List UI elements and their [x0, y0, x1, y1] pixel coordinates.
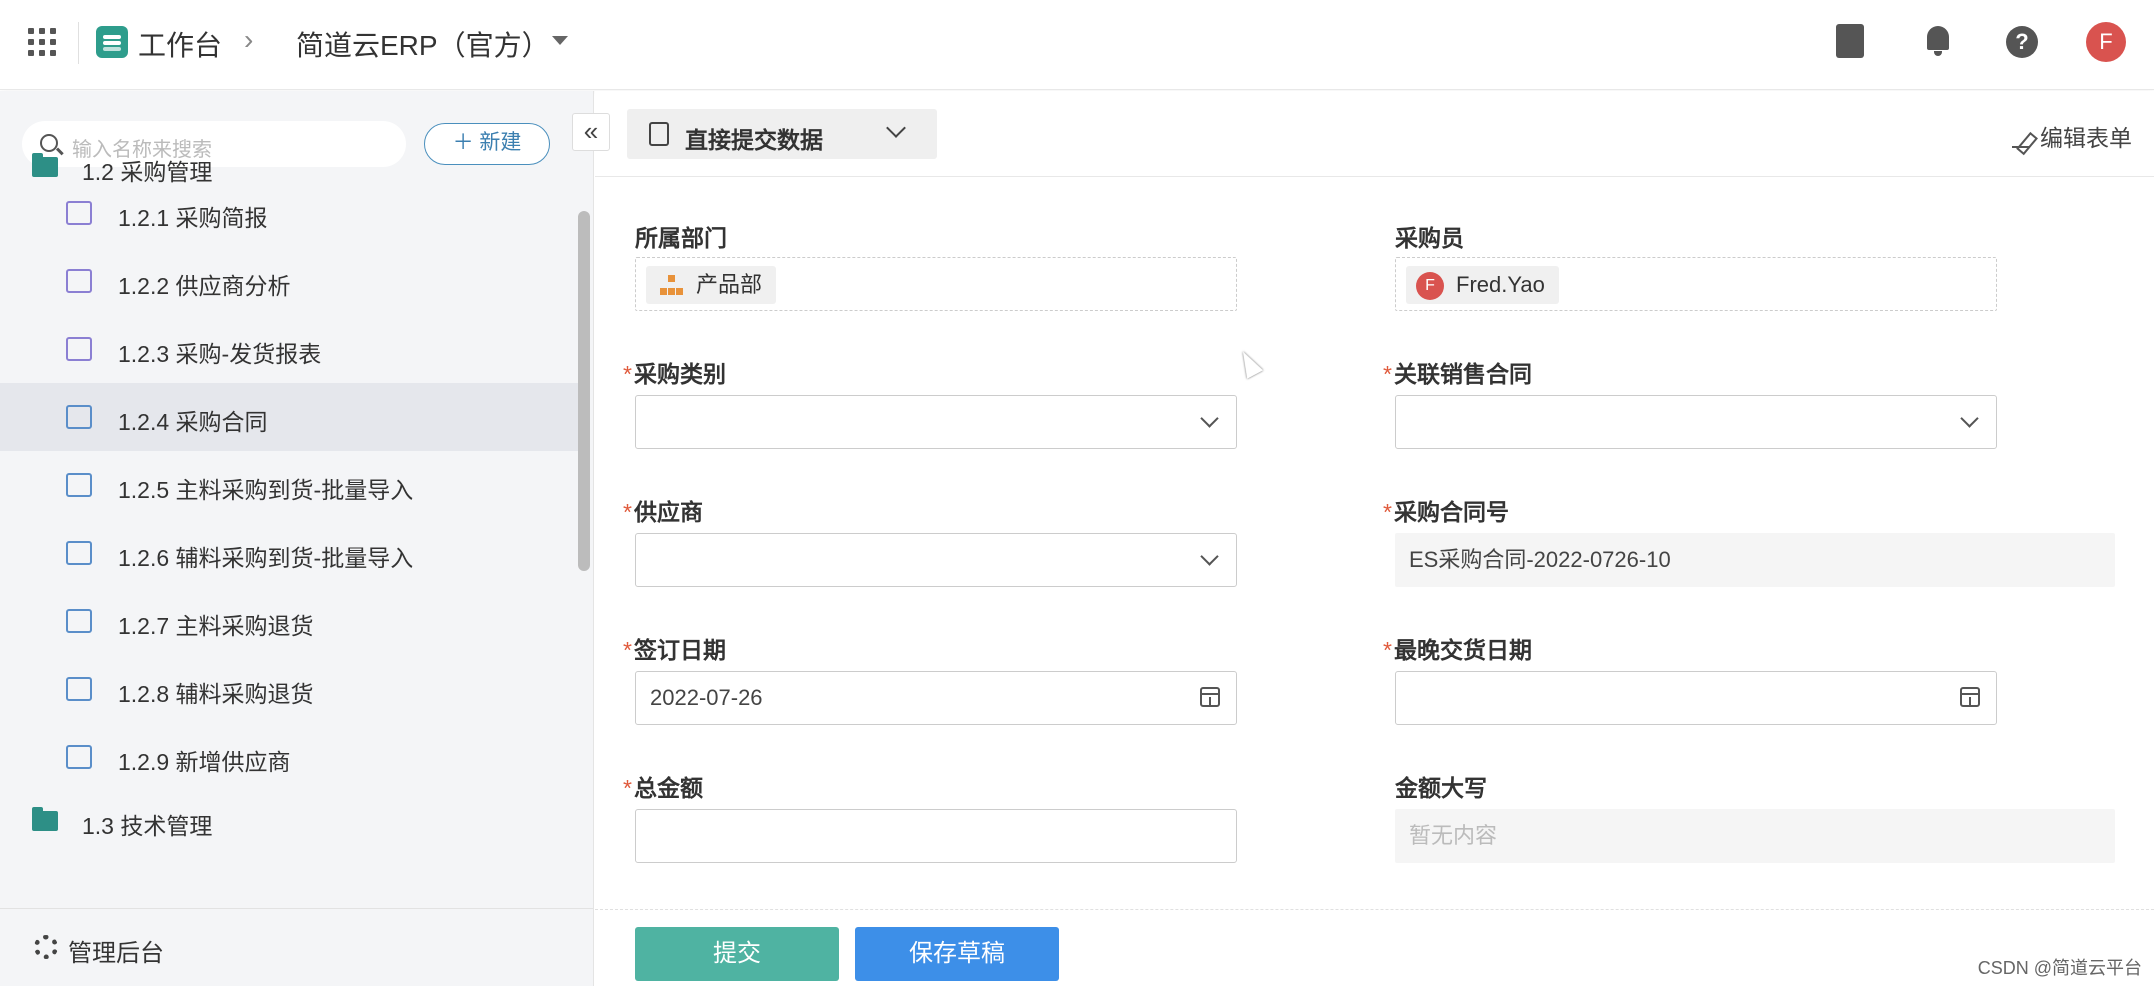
footer-divider	[595, 909, 2154, 910]
dashboard-icon	[66, 269, 92, 293]
delivery-date-label: *最晚交货日期	[1383, 637, 1532, 663]
bell-icon[interactable]	[1924, 24, 1952, 58]
sidebar-item-main-material-return[interactable]: 1.2.7 主料采购退货	[0, 587, 578, 655]
user-icon	[66, 745, 92, 769]
sidebar-item-label: 1.2.2 供应商分析	[118, 273, 291, 299]
sidebar-item-label: 1.2.3 采购-发货报表	[118, 341, 322, 367]
sign-date-value: 2022-07-26	[650, 685, 763, 710]
form-toolbar: 直接提交数据 编辑表单	[595, 91, 2154, 177]
contract-no-label: *采购合同号	[1383, 499, 1509, 525]
sidebar-item-label: 1.2.9 新增供应商	[118, 749, 291, 775]
sidebar-item-label: 1.2.8 辅料采购退货	[118, 681, 314, 707]
sidebar-item-purchase-contract[interactable]: 1.2.4 采购合同	[0, 383, 578, 451]
category-label: *采购类别	[623, 361, 726, 387]
caret-down-icon[interactable]	[552, 36, 568, 45]
search-icon	[40, 134, 58, 152]
pencil-icon	[2012, 130, 2030, 148]
buyer-label: 采购员	[1395, 225, 1464, 251]
submit-mode-label: 直接提交数据	[685, 127, 823, 153]
submit-mode-dropdown[interactable]: 直接提交数据	[627, 109, 937, 159]
top-bar: 工作台 › 简道云ERP（官方） ? F	[0, 0, 2154, 90]
delivery-date-input[interactable]	[1395, 671, 1997, 725]
linked-contract-label: *关联销售合同	[1383, 361, 1532, 387]
total-amount-label: *总金额	[623, 775, 703, 801]
edit-form-label: 编辑表单	[2040, 125, 2132, 151]
chevron-down-icon	[886, 118, 906, 138]
stamp-icon	[66, 473, 92, 497]
folder-label: 1.3 技术管理	[82, 813, 213, 839]
new-button[interactable]: ＋ 新建	[424, 123, 550, 165]
buyer-field[interactable]: F Fred.Yao	[1395, 257, 1997, 311]
alarm-icon	[66, 609, 92, 633]
category-select[interactable]	[635, 395, 1237, 449]
sidebar-item-purchase-brief[interactable]: 1.2.1 采购简报	[0, 179, 578, 247]
buyer-tag: F Fred.Yao	[1406, 266, 1559, 304]
breadcrumb-separator: ›	[244, 24, 254, 55]
chevron-down-icon	[1200, 409, 1219, 428]
workbench-link[interactable]: 工作台	[138, 24, 222, 64]
apps-grid-icon[interactable]	[28, 28, 56, 56]
gear-icon	[34, 935, 58, 959]
calendar-icon[interactable]	[1960, 687, 1980, 707]
main-form-panel: 直接提交数据 编辑表单 所属部门 产品部 采购员 F Fred.Yao *采购类…	[595, 91, 2154, 986]
buyer-value: Fred.Yao	[1456, 272, 1545, 297]
sidebar-item-purchase-delivery-report[interactable]: 1.2.3 采购-发货报表	[0, 315, 578, 383]
sidebar-item-label: 1.2.7 主料采购退货	[118, 613, 314, 639]
sidebar-item-label: 1.2.5 主料采购到货-批量导入	[118, 477, 414, 503]
user-avatar[interactable]: F	[2086, 22, 2126, 62]
cart-icon	[66, 337, 92, 361]
sidebar-item-supplier-analysis[interactable]: 1.2.2 供应商分析	[0, 247, 578, 315]
watermark: CSDN @简道云平台	[1977, 958, 2142, 978]
edit-form-button[interactable]: 编辑表单	[2012, 119, 2132, 153]
amount-caps-field: 暂无内容	[1395, 809, 2115, 863]
collapse-sidebar-button[interactable]: «	[572, 113, 610, 151]
app-name[interactable]: 简道云ERP（官方）	[296, 24, 550, 64]
save-draft-button[interactable]: 保存草稿	[855, 927, 1059, 981]
sidebar-item-label: 1.2.1 采购简报	[118, 205, 268, 231]
folder-icon	[32, 807, 58, 831]
calendar-icon[interactable]	[1200, 687, 1220, 707]
contract-icon	[66, 405, 92, 429]
chevron-down-icon	[1200, 547, 1219, 566]
dept-label: 所属部门	[635, 225, 727, 251]
workbench-logo-icon[interactable]	[96, 26, 128, 58]
dept-tag: 产品部	[646, 266, 777, 304]
divider	[78, 22, 79, 64]
sidebar: 输入名称来搜索 ＋ 新建 1.2 采购管理 1.2.1 采购简报 1.2.2 供…	[0, 91, 594, 986]
dept-field[interactable]: 产品部	[635, 257, 1237, 311]
sign-date-input[interactable]: 2022-07-26	[635, 671, 1237, 725]
submit-button[interactable]: 提交	[635, 927, 839, 981]
sidebar-item-main-material-import[interactable]: 1.2.5 主料采购到货-批量导入	[0, 451, 578, 519]
dept-value: 产品部	[696, 272, 763, 297]
sidebar-item-label: 1.2.4 采购合同	[118, 409, 268, 435]
sidebar-item-new-supplier[interactable]: 1.2.9 新增供应商	[0, 723, 578, 791]
sidebar-item-label: 1.2.6 辅料采购到货-批量导入	[118, 545, 414, 571]
buyer-avatar: F	[1416, 272, 1444, 300]
sidebar-scrollbar[interactable]	[578, 211, 590, 571]
help-icon[interactable]: ?	[2006, 26, 2038, 58]
org-chart-icon	[660, 275, 684, 295]
mouse-cursor-icon	[1234, 347, 1264, 379]
linked-contract-select[interactable]	[1395, 395, 1997, 449]
sidebar-item-aux-material-return[interactable]: 1.2.8 辅料采购退货	[0, 655, 578, 723]
chevron-down-icon	[1960, 409, 1979, 428]
document-icon	[649, 122, 669, 146]
supplier-label: *供应商	[623, 499, 703, 525]
sign-date-label: *签订日期	[623, 637, 726, 663]
form-icon	[66, 541, 92, 565]
contract-no-field: ES采购合同-2022-0726-10	[1395, 533, 2115, 587]
admin-label: 管理后台	[68, 940, 164, 967]
sidebar-item-aux-material-import[interactable]: 1.2.6 辅料采购到货-批量导入	[0, 519, 578, 587]
total-amount-input[interactable]	[635, 809, 1237, 863]
new-button-label: 新建	[479, 131, 522, 154]
supplier-select[interactable]	[635, 533, 1237, 587]
amount-caps-label: 金额大写	[1395, 775, 1487, 801]
folder-icon	[32, 153, 58, 177]
search-input[interactable]: 输入名称来搜索	[22, 121, 406, 167]
alarm-icon	[66, 677, 92, 701]
dashboard-icon	[66, 201, 92, 225]
admin-console-link[interactable]: 管理后台	[0, 908, 593, 986]
notebook-icon[interactable]	[1836, 24, 1864, 58]
